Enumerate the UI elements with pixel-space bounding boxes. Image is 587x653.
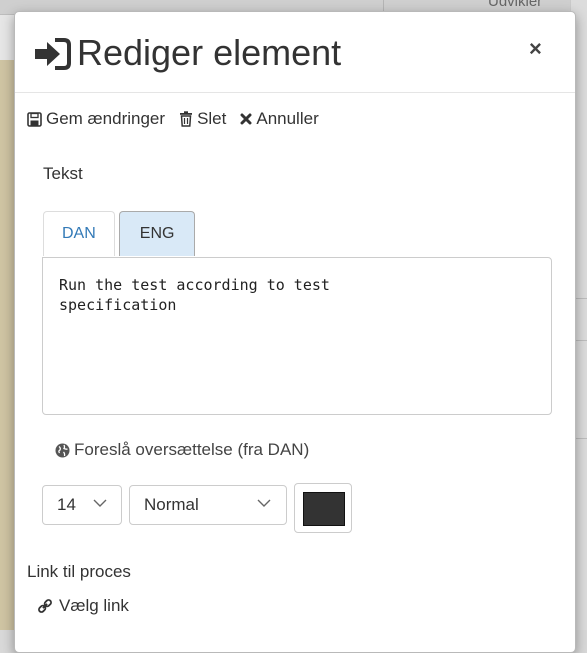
font-size-select[interactable]: 14 — [42, 485, 122, 525]
delete-label: Slet — [197, 109, 227, 128]
dialog-header: Rediger element × — [15, 12, 575, 93]
color-picker-button[interactable] — [294, 483, 352, 533]
cancel-label: Annuller — [256, 109, 319, 128]
cancel-button[interactable]: Annuller — [240, 109, 319, 129]
save-label: Gem ændringer — [46, 109, 166, 128]
font-style-value: Normal — [144, 495, 199, 514]
sign-in-icon — [35, 38, 71, 70]
suggest-translation-label: Foreslå oversættelse (fra DAN) — [74, 440, 310, 459]
suggest-translation-link[interactable]: Foreslå oversættelse (fra DAN) — [55, 440, 309, 460]
close-button[interactable]: × — [529, 38, 542, 60]
tab-dan[interactable]: DAN — [43, 211, 115, 256]
text-input[interactable]: Run the test according to test specifica… — [42, 257, 552, 415]
floppy-disk-icon — [27, 111, 42, 127]
edit-element-dialog: Rediger element × Gem ændringer Slet Ann… — [14, 11, 576, 653]
dialog-toolbar: Gem ændringer Slet Annuller — [27, 108, 333, 130]
language-tabs: DAN ENG — [43, 211, 196, 257]
choose-link-button[interactable]: Vælg link — [37, 596, 129, 616]
link-icon — [38, 599, 52, 613]
font-style-select[interactable]: Normal — [129, 485, 287, 525]
font-size-value: 14 — [57, 495, 76, 514]
chevron-down-icon — [257, 499, 271, 507]
save-button[interactable]: Gem ændringer — [27, 109, 165, 129]
delete-button[interactable]: Slet — [179, 109, 226, 129]
choose-link-label: Vælg link — [59, 596, 129, 615]
background-left-panel — [0, 60, 14, 630]
color-swatch — [303, 492, 345, 526]
dialog-title: Rediger element — [77, 32, 342, 73]
tab-eng[interactable]: ENG — [118, 211, 196, 256]
chevron-down-icon — [93, 499, 107, 507]
text-field-label: Tekst — [43, 164, 83, 183]
trash-icon — [180, 111, 193, 127]
globe-icon — [55, 443, 70, 457]
times-icon — [240, 113, 252, 125]
topbar-tab-label[interactable]: Udvikler — [488, 0, 542, 10]
process-link-label: Link til proces — [27, 562, 131, 581]
